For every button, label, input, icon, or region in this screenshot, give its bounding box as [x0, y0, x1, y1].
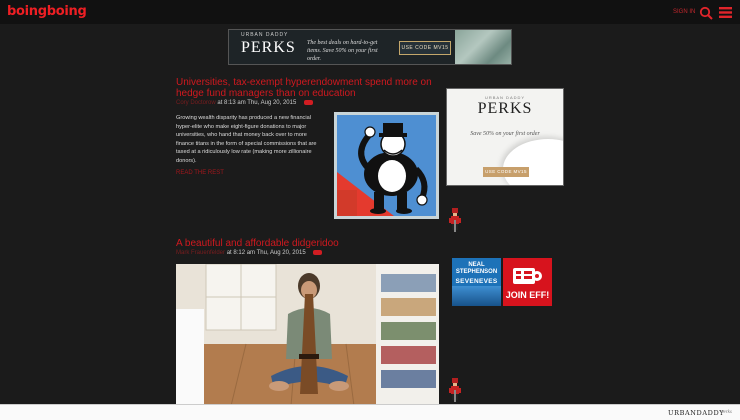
post-meta: Mark Frauenfelder at 8:12 am Thu, Aug 20…: [176, 250, 323, 257]
post-meta: Cory Doctorow at 8:13 am Thu, Aug 20, 20…: [176, 100, 313, 106]
banner-code-button[interactable]: USE CODE MV15: [399, 41, 451, 55]
sidebar-ad-title: PERKS: [477, 100, 533, 117]
book-cover-art: [452, 286, 501, 306]
post-title-text[interactable]: A beautiful and affordable didgeridoo: [176, 238, 339, 249]
post-excerpt: Growing wealth disparity has produced a …: [176, 115, 317, 164]
seveneves-book-ad[interactable]: NEAL STEPHENSON SEVENEVES: [452, 258, 501, 306]
banner-tagline: The best deals on hard-to-get items. Sav…: [307, 40, 378, 62]
site-logo[interactable]: boingboing: [7, 4, 87, 19]
sidebar-ad-code-button[interactable]: USE CODE MV15: [483, 167, 529, 177]
perks-sidebar-ad[interactable]: URBAN DADDY PERKS Save 50% on your first…: [446, 88, 564, 186]
post-author[interactable]: Cory Doctorow: [176, 100, 216, 106]
post-title[interactable]: A beautiful and affordable didgeridoo: [176, 238, 438, 249]
sidebar-ad-tagline: Save 50% on your first order: [470, 131, 540, 137]
book-title: SEVENEVES: [455, 278, 498, 285]
perks-banner-ad[interactable]: URBAN DADDY PERKS The best deals on hard…: [228, 29, 512, 65]
urbandaddy-logo[interactable]: URBANDADDY: [668, 409, 724, 417]
jackhammer-mascot-icon: [449, 208, 461, 232]
plate-graphic: [503, 139, 563, 185]
join-eff-ad[interactable]: JOIN EFF!: [503, 258, 552, 306]
search-icon[interactable]: [699, 6, 713, 20]
banner-artwork: [455, 30, 511, 64]
comment-icon[interactable]: [303, 100, 313, 105]
read-more-link[interactable]: READ THE REST: [176, 170, 224, 176]
post-timestamp: at 8:13 am Thu, Aug 20, 2015: [217, 100, 297, 107]
urbandaddy-perks-label: perks: [721, 410, 732, 415]
didgeridoo-video-thumbnail[interactable]: [176, 264, 439, 406]
banner-brand: URBAN DADDY: [241, 32, 289, 38]
jackhammer-mascot-icon: [449, 378, 461, 402]
book-author: NEAL STEPHENSON: [455, 262, 498, 275]
bottom-ad-bar[interactable]: URBANDADDY perks: [0, 404, 740, 420]
sign-in-link[interactable]: SIGN IN: [673, 9, 695, 15]
top-navigation-bar: boingboing SIGN IN: [0, 0, 740, 24]
post-author[interactable]: Mark Frauenfelder: [176, 250, 225, 256]
hamburger-menu-icon[interactable]: [719, 6, 732, 19]
comment-icon[interactable]: [313, 250, 323, 255]
post-title[interactable]: Universities, tax-exempt hyperendowment …: [176, 77, 438, 99]
eff-logo-icon: [513, 268, 542, 284]
post-timestamp: at 8:12 am Thu, Aug 20, 2015: [226, 250, 306, 257]
post-title-text[interactable]: Universities, tax-exempt hyperendowment …: [176, 77, 432, 99]
banner-title: PERKS: [241, 39, 296, 56]
monopoly-man-illustration[interactable]: [334, 112, 439, 219]
eff-label: JOIN EFF!: [505, 290, 550, 300]
